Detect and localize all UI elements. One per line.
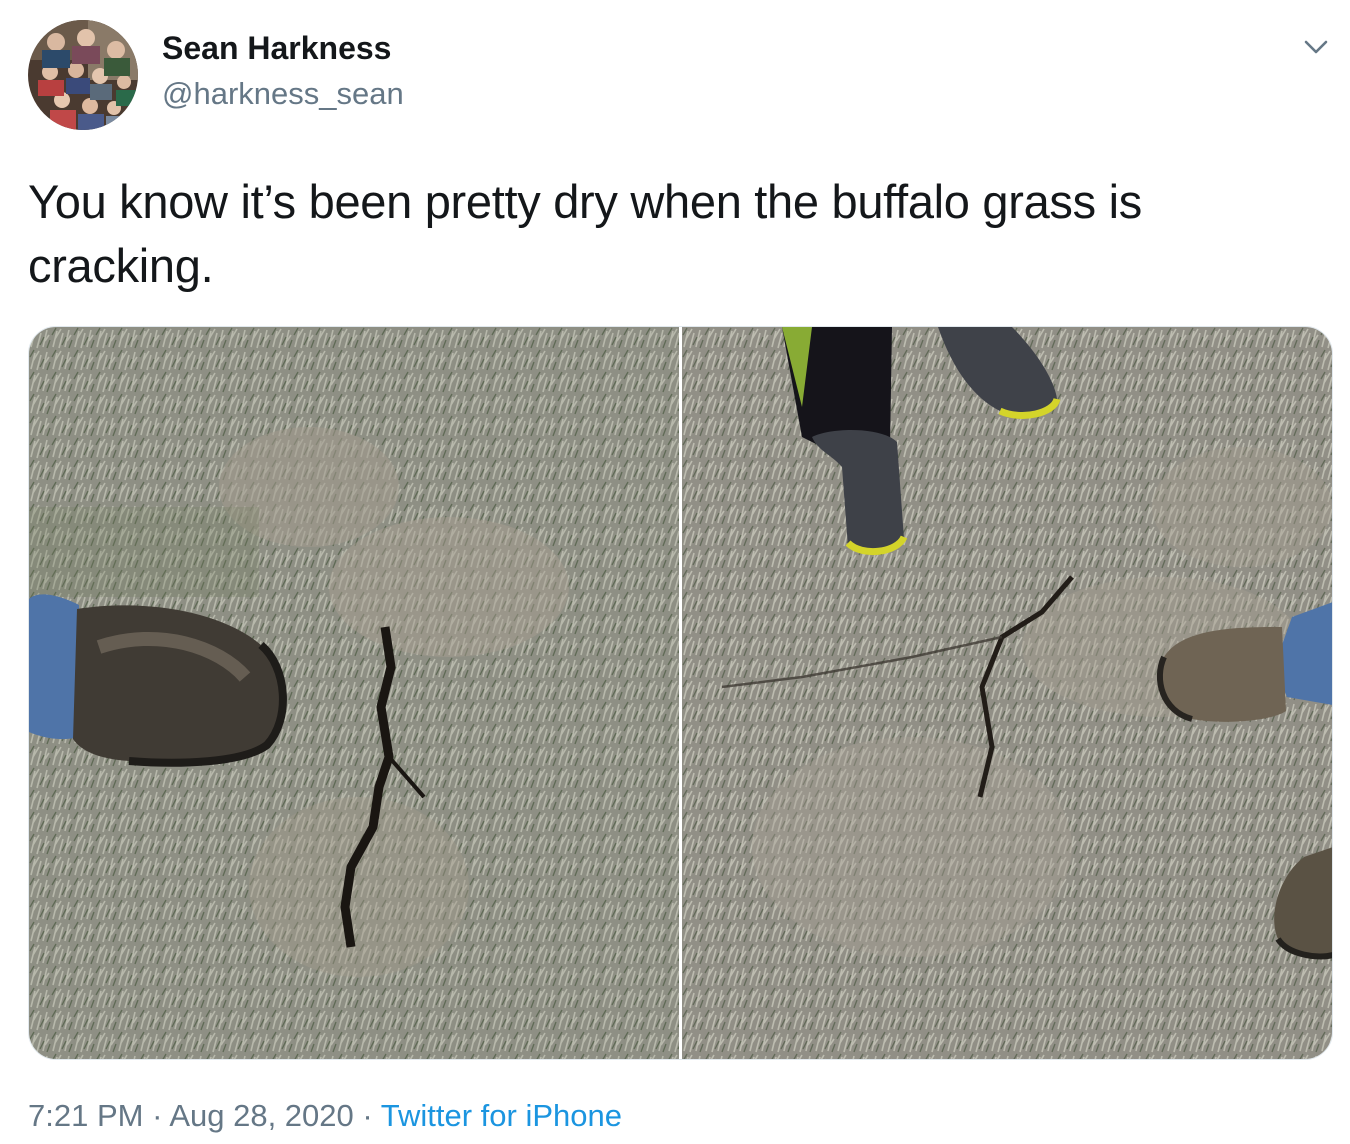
- author-name[interactable]: Sean Harkness: [162, 30, 391, 67]
- chevron-down-icon: [1304, 40, 1328, 54]
- meta-separator: ·: [152, 1098, 163, 1133]
- tweet-menu-button[interactable]: [1294, 28, 1338, 68]
- media-photo-1[interactable]: [29, 327, 679, 1059]
- photo-cracked-grass-boot-icon: [29, 327, 679, 1059]
- tweet-card: Sean Harkness @harkness_sean You know it…: [0, 0, 1350, 1144]
- media-photo-2[interactable]: [682, 327, 1332, 1059]
- tweet-metadata: 7:21 PM · Aug 28, 2020 · Twitter for iPh…: [28, 1098, 622, 1134]
- author-handle[interactable]: @harkness_sean: [162, 76, 404, 112]
- tweet-date[interactable]: Aug 28, 2020: [169, 1098, 353, 1133]
- tweet-media-grid: [28, 326, 1333, 1060]
- tweet-time[interactable]: 7:21 PM: [28, 1098, 143, 1133]
- tweet-source-link[interactable]: Twitter for iPhone: [381, 1098, 622, 1133]
- meta-separator: ·: [362, 1098, 373, 1133]
- author-avatar[interactable]: [28, 20, 138, 130]
- tweet-text: You know it’s been pretty dry when the b…: [28, 175, 1142, 292]
- family-photo-avatar-icon: [28, 20, 138, 130]
- photo-cracked-grass-two-boots-icon: [682, 327, 1332, 1059]
